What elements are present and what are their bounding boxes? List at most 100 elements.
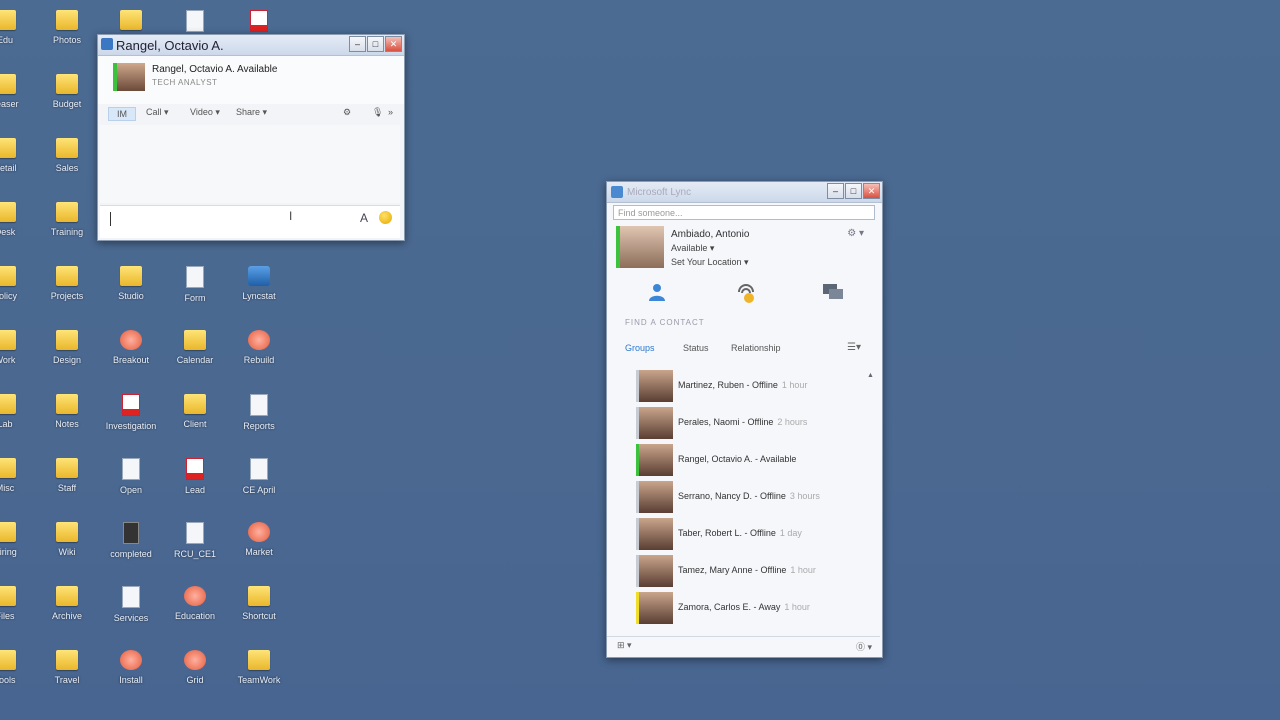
desktop-icon[interactable]: Staff — [36, 454, 98, 516]
desktop-icon[interactable]: Investigation — [100, 390, 162, 452]
desktop-icon[interactable]: Notes — [36, 390, 98, 452]
conversation-titlebar[interactable]: Rangel, Octavio A. – □ ✕ — [98, 35, 404, 56]
contact-photo — [636, 592, 673, 624]
contact-avatar[interactable] — [113, 63, 145, 91]
my-location-dropdown[interactable]: Set Your Location ▾ — [671, 257, 749, 268]
file-icon — [248, 330, 270, 350]
tab-groups[interactable]: Groups — [625, 343, 655, 353]
footer-menu-button[interactable]: ⊞ ▾ — [617, 640, 632, 651]
message-input[interactable]: I A — [100, 205, 400, 238]
desktop-icon[interactable]: Client — [164, 390, 226, 452]
desktop-icon[interactable]: Calendar — [164, 326, 226, 388]
text-caret — [110, 212, 111, 226]
my-status-dropdown[interactable]: Available ▾ — [671, 243, 714, 254]
desktop-icon[interactable]: completed — [100, 518, 162, 580]
contact-photo — [636, 555, 673, 587]
desktop-icon[interactable]: Wiki — [36, 518, 98, 580]
desktop-icon[interactable]: Education — [164, 582, 226, 644]
desktop-icon[interactable]: Form — [164, 262, 226, 324]
close-button[interactable]: ✕ — [863, 183, 880, 199]
desktop-icon[interactable]: Lead — [164, 454, 226, 516]
minimize-button[interactable]: – — [349, 36, 366, 52]
maximize-button[interactable]: □ — [845, 183, 862, 199]
desktop-icon[interactable]: Grid — [164, 646, 226, 708]
desktop-icon[interactable]: Misc — [0, 454, 36, 516]
contact-list-item[interactable]: Tamez, Mary Anne - Offline 1 hour — [633, 553, 873, 589]
file-icon — [122, 586, 140, 608]
desktop-icon[interactable]: Archive — [36, 582, 98, 644]
file-icon — [122, 394, 140, 416]
contact-list-item[interactable]: Perales, Naomi - Offline 2 hours — [633, 405, 873, 441]
activity-feed-icon[interactable] — [735, 282, 757, 304]
desktop-icon[interactable]: Open — [100, 454, 162, 516]
desktop-icon[interactable]: Projects — [36, 262, 98, 324]
desktop-icon[interactable]: Studio — [100, 262, 162, 324]
desktop-icon[interactable]: Retail — [0, 134, 36, 196]
minimize-button[interactable]: – — [827, 183, 844, 199]
desktop-icon[interactable]: Files — [0, 582, 36, 644]
desktop-icon[interactable]: Edu — [0, 6, 36, 68]
options-gear-icon[interactable]: ⚙ ▾ — [847, 228, 864, 239]
desktop-icon[interactable]: Photos — [36, 6, 98, 68]
desktop-icon[interactable]: Work — [0, 326, 36, 388]
lync-titlebar[interactable]: Microsoft Lync – □ ✕ — [607, 182, 882, 203]
lync-title: Microsoft Lync — [627, 186, 692, 198]
contact-list-item[interactable]: Rangel, Octavio A. - Available — [633, 442, 873, 478]
contact-note: 1 hour — [790, 565, 816, 575]
desktop-icon[interactable]: Training — [36, 198, 98, 260]
contact-list-item[interactable]: Zamora, Carlos E. - Away 1 hour — [633, 590, 873, 626]
share-button[interactable]: Share ▾ — [236, 107, 267, 118]
folder-icon — [120, 266, 142, 286]
search-input[interactable]: Find someone... — [613, 205, 875, 220]
my-avatar[interactable] — [616, 226, 664, 268]
display-options-icon[interactable]: ☰▾ — [847, 342, 863, 354]
desktop-icon-label: Rebuild — [243, 355, 275, 365]
desktop-icon[interactable]: Budget — [36, 70, 98, 132]
desktop-icon[interactable]: Breakout — [100, 326, 162, 388]
footer-status-button[interactable]: ⓪ ▾ — [856, 640, 872, 653]
close-button[interactable]: ✕ — [385, 36, 402, 52]
desktop-icon[interactable]: RCU_CE1 — [164, 518, 226, 580]
desktop-icon[interactable]: Services — [100, 582, 162, 644]
desktop-icon-label: Design — [52, 355, 81, 365]
more-options-icon[interactable]: » — [388, 107, 393, 117]
desktop-icon[interactable]: Travel — [36, 646, 98, 708]
desktop-icon-label: Work — [0, 355, 16, 365]
emoticon-icon[interactable] — [379, 211, 392, 224]
font-icon[interactable]: A — [360, 211, 368, 225]
im-button[interactable]: IM — [108, 107, 136, 121]
desktop-icon[interactable]: Market — [228, 518, 290, 580]
file-icon — [250, 10, 268, 32]
desktop-icon[interactable]: TeamWork — [228, 646, 290, 708]
desktop-icon[interactable]: Sales — [36, 134, 98, 196]
contact-list-item[interactable]: Martinez, Ruben - Offline 1 hour — [633, 368, 873, 404]
desktop-icon[interactable]: Reports — [228, 390, 290, 452]
desktop-icon[interactable]: Tools — [0, 646, 36, 708]
desktop-icon[interactable]: Shortcut — [228, 582, 290, 644]
contact-list-item[interactable]: Taber, Robert L. - Offline 1 day — [633, 516, 873, 552]
desktop-icon[interactable]: CE April — [228, 454, 290, 516]
desktop-icon-label: Edu — [0, 35, 13, 45]
contact-list-scrollbar[interactable]: ▲ — [867, 372, 875, 622]
desktop-icon[interactable]: Rebuild — [228, 326, 290, 388]
conversations-icon[interactable] — [822, 282, 844, 302]
call-button[interactable]: Call ▾ — [146, 107, 169, 118]
desktop-icon[interactable]: Teaser — [0, 70, 36, 132]
desktop-icon[interactable]: Install — [100, 646, 162, 708]
video-button[interactable]: Video ▾ — [190, 107, 220, 118]
desktop-icon[interactable]: Lyncstat — [228, 262, 290, 324]
contact-name-presence: Rangel, Octavio A. - Available — [678, 454, 800, 464]
contacts-icon[interactable] — [647, 282, 667, 302]
desktop-icon[interactable]: Lab — [0, 390, 36, 452]
people-options-icon[interactable]: ⚙ — [343, 107, 351, 118]
scroll-up-arrow-icon[interactable]: ▲ — [867, 372, 874, 379]
tab-relationship[interactable]: Relationship — [731, 343, 781, 353]
desktop-icon[interactable]: Desk — [0, 198, 36, 260]
contact-list-item[interactable]: Serrano, Nancy D. - Offline 3 hours — [633, 479, 873, 515]
maximize-button[interactable]: □ — [367, 36, 384, 52]
desktop-icon[interactable]: Policy — [0, 262, 36, 324]
desktop-icon[interactable]: Hiring — [0, 518, 36, 580]
tab-status[interactable]: Status — [683, 343, 709, 353]
mic-icon[interactable]: 🎙 — [372, 107, 383, 118]
desktop-icon[interactable]: Design — [36, 326, 98, 388]
